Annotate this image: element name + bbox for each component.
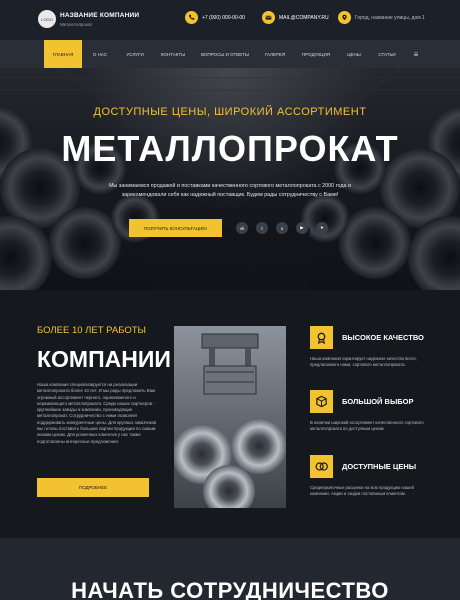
cooperation-title: НАЧАТЬ СОТРУДНИЧЕСТВО: [71, 578, 389, 600]
mail-icon: [262, 11, 275, 24]
nav-item-faq[interactable]: Вопросы и ответы: [196, 40, 254, 68]
cooperation-section: НАЧАТЬ СОТРУДНИЧЕСТВО: [0, 538, 460, 600]
hero-description: Мы занимаемся продажей и поставками каче…: [108, 183, 352, 198]
quality-icon: [310, 326, 333, 349]
main-nav: Главная О нас Услуги Контакты Вопросы и …: [0, 40, 460, 68]
odnoklassniki-icon[interactable]: o: [276, 222, 288, 234]
feature-title: БОЛЬШОЙ ВЫБОР: [342, 397, 414, 406]
company-subtitle: Металлопрокат: [60, 22, 93, 27]
twitter-icon[interactable]: t: [256, 222, 268, 234]
logo[interactable]: LOGO: [38, 10, 56, 28]
feature-title: ВЫСОКОЕ КАЧЕСТВО: [342, 333, 424, 342]
telegram-icon[interactable]: ➤: [316, 222, 328, 234]
address-text: Город, название улицы, дом 1: [355, 14, 425, 21]
nav-item-home[interactable]: Главная: [44, 40, 82, 68]
crane-coils-image: [174, 326, 286, 508]
nav-item-prices[interactable]: Цены: [340, 40, 368, 68]
nav-item-contacts[interactable]: Контакты: [154, 40, 192, 68]
email-contact[interactable]: MAIL@COMPANY.RU: [262, 11, 329, 24]
menu-icon[interactable]: ≡: [406, 40, 426, 68]
nav-item-articles[interactable]: Статьи: [372, 40, 402, 68]
feature-text: Наша компания гарантирует надежное качес…: [310, 356, 417, 368]
feature-text: В наличии широкий ассортимент качественн…: [310, 420, 424, 432]
youtube-icon[interactable]: ▶: [296, 222, 308, 234]
logo-text: LOGO: [41, 16, 53, 22]
choice-icon: [310, 390, 333, 413]
nav-item-services[interactable]: Услуги: [118, 40, 152, 68]
phone-icon: [185, 11, 198, 24]
consultation-button[interactable]: ПОЛУЧИТЬ КОНСУЛЬТАЦИЮ: [129, 219, 222, 237]
email-text: MAIL@COMPANY.RU: [279, 14, 329, 21]
vk-icon[interactable]: vk: [236, 222, 248, 234]
phone-contact[interactable]: +7 (000) 000-00-00: [185, 11, 245, 24]
nav-item-products[interactable]: Продукция: [296, 40, 336, 68]
nav-item-about[interactable]: О нас: [84, 40, 116, 68]
nav-item-gallery[interactable]: Галерея: [258, 40, 292, 68]
feature-text: Среднерыночные расценки на всю продукцию…: [310, 485, 414, 497]
about-kicker: БОЛЕЕ 10 ЛЕТ РАБОТЫ: [37, 325, 146, 336]
address-contact: Город, название улицы, дом 1: [338, 11, 425, 24]
about-text: Наша компания специализируется на реализ…: [37, 382, 157, 444]
price-icon: [310, 455, 333, 478]
feature-title: ДОСТУПНЫЕ ЦЕНЫ: [342, 462, 417, 471]
hero-title: МЕТАЛЛОПРОКАТ: [61, 128, 399, 169]
hero-overlay: [0, 68, 460, 290]
phone-text: +7 (000) 000-00-00: [202, 14, 245, 21]
hero-section: ДОСТУПНЫЕ ЦЕНЫ, ШИРОКИЙ АССОРТИМЕНТ МЕТА…: [0, 68, 460, 290]
about-title: КОМПАНИИ: [37, 346, 171, 372]
about-section: БОЛЕЕ 10 ЛЕТ РАБОТЫ КОМПАНИИ Наша компан…: [0, 290, 460, 538]
hero-kicker: ДОСТУПНЫЕ ЦЕНЫ, ШИРОКИЙ АССОРТИМЕНТ: [93, 106, 367, 118]
location-icon: [338, 11, 351, 24]
company-name: НАЗВАНИЕ КОМПАНИИ: [60, 12, 140, 19]
more-button[interactable]: ПОДРОБНЕЕ: [37, 478, 149, 497]
top-bar: LOGO НАЗВАНИЕ КОМПАНИИ Металлопрокат +7 …: [0, 0, 460, 40]
